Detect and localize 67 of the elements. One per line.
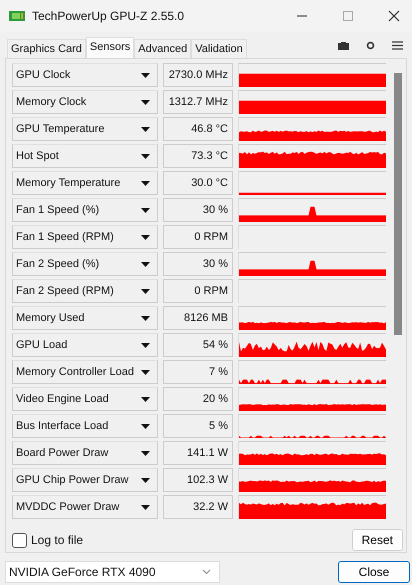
sensor-value: 5 % <box>163 414 233 438</box>
sensor-value: 30 % <box>163 252 233 276</box>
sensor-dropdown[interactable]: Fan 1 Speed (RPM) <box>12 225 158 249</box>
dropdown-arrow-icon <box>141 478 150 482</box>
dropdown-arrow-icon <box>141 424 150 428</box>
dropdown-arrow-icon <box>141 370 150 374</box>
dropdown-arrow-icon <box>141 154 150 158</box>
camera-icon[interactable] <box>338 42 349 50</box>
sensor-dropdown[interactable]: Board Power Draw <box>12 441 158 465</box>
dropdown-arrow-icon <box>141 288 150 294</box>
sensor-dropdown[interactable]: Memory Temperature <box>12 171 158 195</box>
sensor-dropdown[interactable]: Memory Clock <box>12 90 158 114</box>
dropdown-arrow-icon <box>141 262 150 266</box>
reset-button[interactable]: Reset <box>352 529 403 551</box>
dropdown-arrow-icon <box>141 208 150 212</box>
scrollbar-thumb[interactable] <box>394 73 402 335</box>
tab[interactable]: Graphics Card <box>7 39 86 58</box>
sensor-dropdown[interactable]: Fan 1 Speed (%) <box>12 198 158 222</box>
sensor-value: 0 RPM <box>163 279 233 303</box>
dropdown-arrow-icon <box>141 72 150 78</box>
sensor-value: 7 % <box>163 360 233 384</box>
chevron-down-icon <box>202 569 211 575</box>
sensor-dropdown[interactable]: Video Engine Load <box>12 387 158 411</box>
dropdown-arrow-icon <box>141 316 150 320</box>
sensor-value: 46.8 °C <box>163 117 233 141</box>
sensor-value: 32.2 W <box>163 495 233 519</box>
dropdown-arrow-icon <box>141 180 150 186</box>
sensor-value: 54 % <box>163 333 233 357</box>
sensor-dropdown[interactable]: Memory Used <box>12 306 158 330</box>
sensor-dropdown[interactable]: MVDDC Power Draw <box>12 495 158 519</box>
sensor-value: 0 RPM <box>163 225 233 249</box>
tab[interactable]: Validation <box>191 39 247 58</box>
window-title: TechPowerUp GPU-Z 2.55.0 <box>32 9 184 23</box>
menu-icon[interactable] <box>392 41 403 50</box>
dropdown-arrow-icon <box>141 504 150 510</box>
sensor-dropdown[interactable]: GPU Clock <box>12 63 158 87</box>
sensor-value: 102.3 W <box>163 468 233 492</box>
dropdown-arrow-icon <box>141 234 150 240</box>
sensor-dropdown[interactable]: GPU Chip Power Draw <box>12 468 158 492</box>
checkbox-label: Log to file <box>31 533 84 547</box>
sensor-value: 8126 MB <box>163 306 233 330</box>
dropdown-arrow-icon <box>141 126 150 132</box>
sensor-dropdown[interactable]: Fan 2 Speed (RPM) <box>12 279 158 303</box>
sensor-dropdown[interactable]: Bus Interface Load <box>12 414 158 438</box>
sensor-dropdown[interactable]: GPU Temperature <box>12 117 158 141</box>
gpu-select[interactable]: NVIDIA GeForce RTX 4090 <box>5 561 220 583</box>
dropdown-arrow-icon <box>141 342 150 348</box>
dropdown-arrow-icon <box>141 450 150 456</box>
sensor-dropdown[interactable]: Fan 2 Speed (%) <box>12 252 158 276</box>
sensor-dropdown[interactable]: Memory Controller Load <box>12 360 158 384</box>
sensor-value: 30 % <box>163 198 233 222</box>
sensor-value: 2730.0 MHz <box>163 63 233 87</box>
checkbox[interactable] <box>12 532 27 548</box>
close-icon[interactable] <box>388 10 400 22</box>
dropdown-arrow-icon <box>141 100 150 104</box>
sensor-value: 1312.7 MHz <box>163 90 233 114</box>
dropdown-arrow-icon <box>141 396 150 402</box>
app-icon <box>9 10 25 22</box>
tab[interactable]: Advanced <box>134 39 192 58</box>
close-button[interactable]: Close <box>338 561 410 583</box>
sensor-dropdown[interactable]: Hot Spot <box>12 144 158 168</box>
sensor-value: 141.1 W <box>163 441 233 465</box>
sensor-value: 30.0 °C <box>163 171 233 195</box>
sensor-value: 73.3 °C <box>163 144 233 168</box>
sensor-value: 20 % <box>163 387 233 411</box>
tab[interactable]: Sensors <box>86 37 134 58</box>
sensor-dropdown[interactable]: GPU Load <box>12 333 158 357</box>
